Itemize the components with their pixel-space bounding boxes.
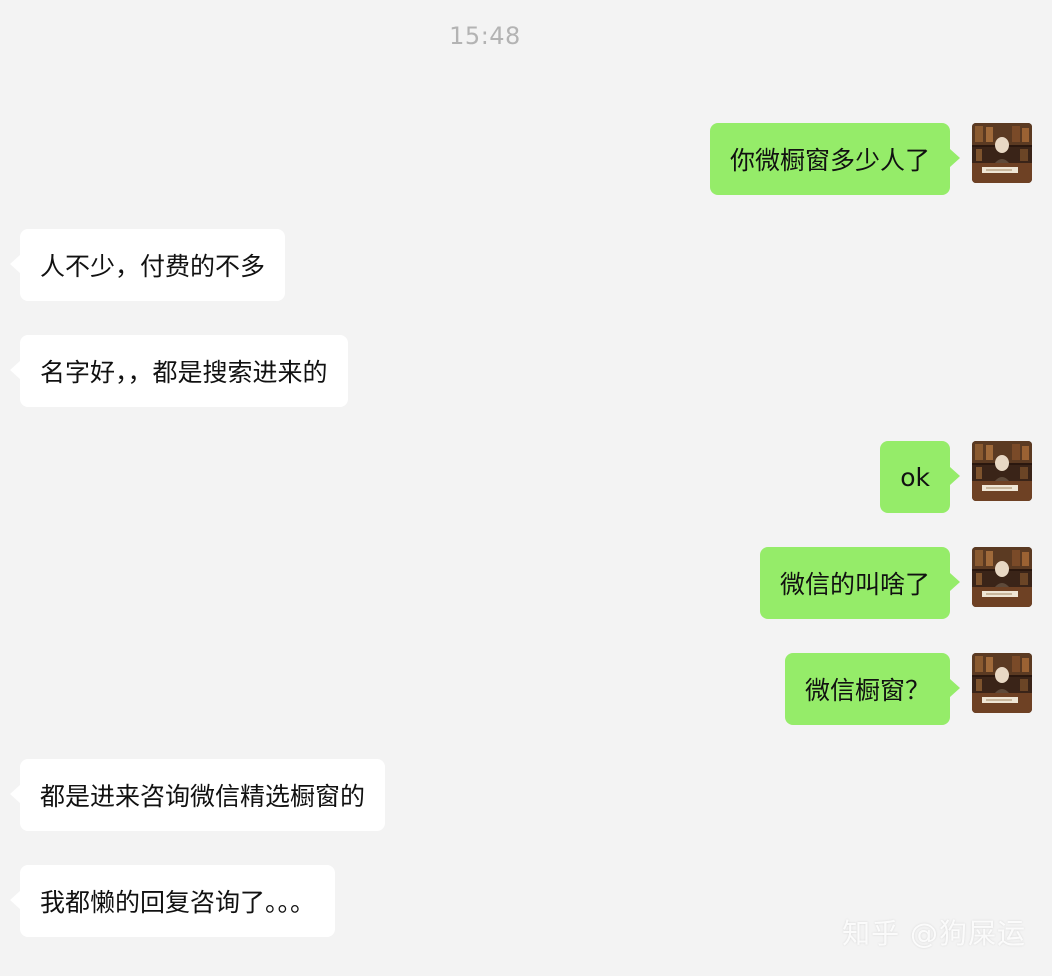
outgoing-message-bubble[interactable]: 微信橱窗？ bbox=[784, 653, 961, 725]
outgoing-message-bubble[interactable]: 微信的叫啥了 bbox=[759, 547, 961, 619]
user-avatar-photo-icon bbox=[972, 123, 1032, 183]
incoming-message-bubble[interactable]: 人不少，付费的不多 bbox=[9, 229, 286, 301]
message-text: 人不少，付费的不多 bbox=[40, 252, 266, 281]
user-avatar-photo-icon bbox=[972, 547, 1032, 607]
zhihu-watermark: 知乎 @狗屎运 bbox=[842, 917, 1026, 950]
user-avatar-photo-icon bbox=[972, 441, 1032, 501]
incoming-message-bubble[interactable]: 我都懒的回复咨询了。。。 bbox=[9, 865, 336, 937]
incoming-message-bubble[interactable]: 都是进来咨询微信精选橱窗的 bbox=[9, 759, 386, 831]
message-text: 名字好，，都是搜索进来的 bbox=[40, 358, 328, 387]
message-text: ok bbox=[900, 462, 930, 492]
message-text: 微信的叫啥了 bbox=[779, 570, 930, 599]
message-text: 我都懒的回复咨询了。。。 bbox=[40, 888, 316, 917]
chat-timestamp: 15:48 bbox=[449, 22, 521, 50]
user-avatar-photo-icon bbox=[972, 653, 1032, 713]
message-text: 微信橱窗？ bbox=[804, 676, 930, 705]
user-avatar[interactable] bbox=[972, 653, 1032, 713]
incoming-message-bubble[interactable]: 名字好，，都是搜索进来的 bbox=[10, 335, 348, 407]
user-avatar[interactable] bbox=[972, 547, 1032, 607]
outgoing-message-bubble[interactable]: 你微橱窗多少人了 bbox=[709, 123, 961, 195]
message-text: 你微橱窗多少人了 bbox=[729, 146, 930, 175]
user-avatar[interactable] bbox=[972, 123, 1032, 183]
outgoing-message-bubble[interactable]: ok bbox=[880, 441, 960, 513]
message-text: 都是进来咨询微信精选橱窗的 bbox=[40, 782, 366, 811]
user-avatar[interactable] bbox=[972, 441, 1032, 501]
